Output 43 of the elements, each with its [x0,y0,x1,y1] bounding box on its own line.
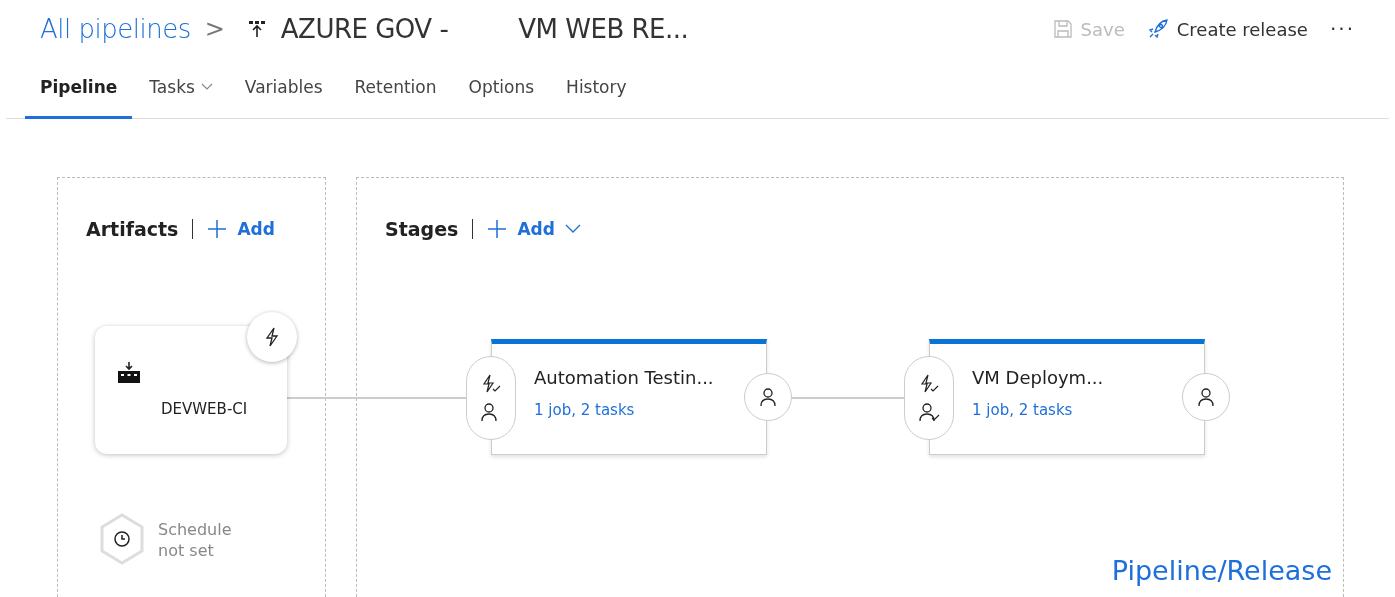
plus-icon [487,219,508,239]
post-deployment-button[interactable] [744,373,792,421]
lightning-check-icon [480,374,502,394]
stage-name: VM Deploym... [972,367,1104,388]
person-icon [758,387,778,407]
pre-deployment-conditions[interactable] [904,356,954,440]
trigger-button[interactable] [247,312,297,362]
tab[interactable]: Options [453,58,550,119]
save-icon [1052,19,1073,39]
pre-deployment-conditions[interactable] [466,356,516,440]
create-release-button[interactable]: Create release [1146,18,1308,40]
breadcrumb-link[interactable]: All pipelines [40,14,191,44]
add-artifact-button[interactable]: Add [207,219,275,239]
schedule-icon[interactable] [99,513,145,565]
tab[interactable]: Variables [229,58,338,119]
stage-card[interactable]: Automation Testin... 1 job, 2 tasks [466,339,792,455]
caret-icon [564,224,581,234]
stage-card[interactable]: VM Deploym... 1 job, 2 tasks [904,339,1230,455]
tab[interactable]: Pipeline [25,58,133,119]
rocket-icon [1146,18,1169,40]
pipeline-title: AZURE GOV - [280,14,449,44]
plus-icon [207,219,228,239]
tab[interactable]: Retention [339,58,452,119]
section-heading: Artifacts [86,218,179,240]
stage-summary-link[interactable]: 1 job, 2 tasks [972,401,1073,419]
post-deployment-button[interactable] [1182,373,1230,421]
pipeline-icon [246,19,267,39]
caption: Pipeline/Release [1111,555,1332,586]
add-stage-button[interactable]: Add [487,219,581,239]
artifact-card[interactable]: DEVWEB-CI [95,326,287,454]
build-icon [117,362,141,384]
breadcrumb-separator: > [204,15,225,43]
more-button[interactable]: ··· [1329,17,1355,41]
lightning-check-icon [918,374,940,394]
person-icon [1196,387,1216,407]
pipeline-title: VM WEB RE... [518,14,689,44]
stage-summary-link[interactable]: 1 job, 2 tasks [534,401,635,419]
artifact-name: DEVWEB-CI [161,400,248,418]
section-heading: Stages [385,218,459,240]
tab[interactable]: History [551,58,642,119]
tab[interactable]: Tasks [134,58,228,119]
stage-name: Automation Testin... [534,367,714,388]
schedule-label: Schedule not set [158,519,233,561]
